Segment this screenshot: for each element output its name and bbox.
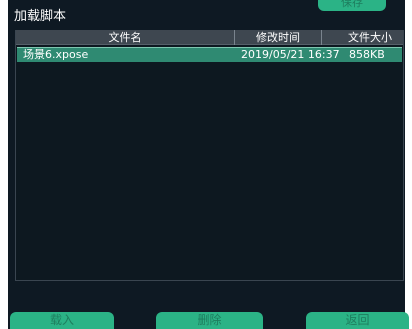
file-size-cell: 858KB — [349, 48, 385, 61]
modified-time-cell: 2019/05/21 16:37 — [241, 48, 340, 61]
table-row[interactable]: 场景6.xpose 2019/05/21 16:37 858KB — [17, 47, 402, 62]
return-button[interactable]: 返回 — [306, 312, 409, 329]
save-button[interactable]: 保存 — [318, 0, 386, 11]
load-script-dialog: 加载脚本 保存 文件名 修改时间 文件大小 场景6.xpose 2019/05/… — [8, 0, 409, 329]
file-name-cell: 场景6.xpose — [23, 48, 89, 61]
column-header-modified[interactable]: 修改时间 — [235, 30, 322, 45]
file-list[interactable]: 文件名 修改时间 文件大小 场景6.xpose 2019/05/21 16:37… — [15, 30, 404, 281]
column-header-filename[interactable]: 文件名 — [16, 30, 235, 45]
dialog-title: 加载脚本 — [14, 9, 67, 24]
delete-button[interactable]: 删除 — [156, 312, 263, 329]
column-header-size[interactable]: 文件大小 — [322, 30, 403, 45]
load-button[interactable]: 载入 — [10, 312, 114, 329]
table-header: 文件名 修改时间 文件大小 — [16, 30, 403, 45]
